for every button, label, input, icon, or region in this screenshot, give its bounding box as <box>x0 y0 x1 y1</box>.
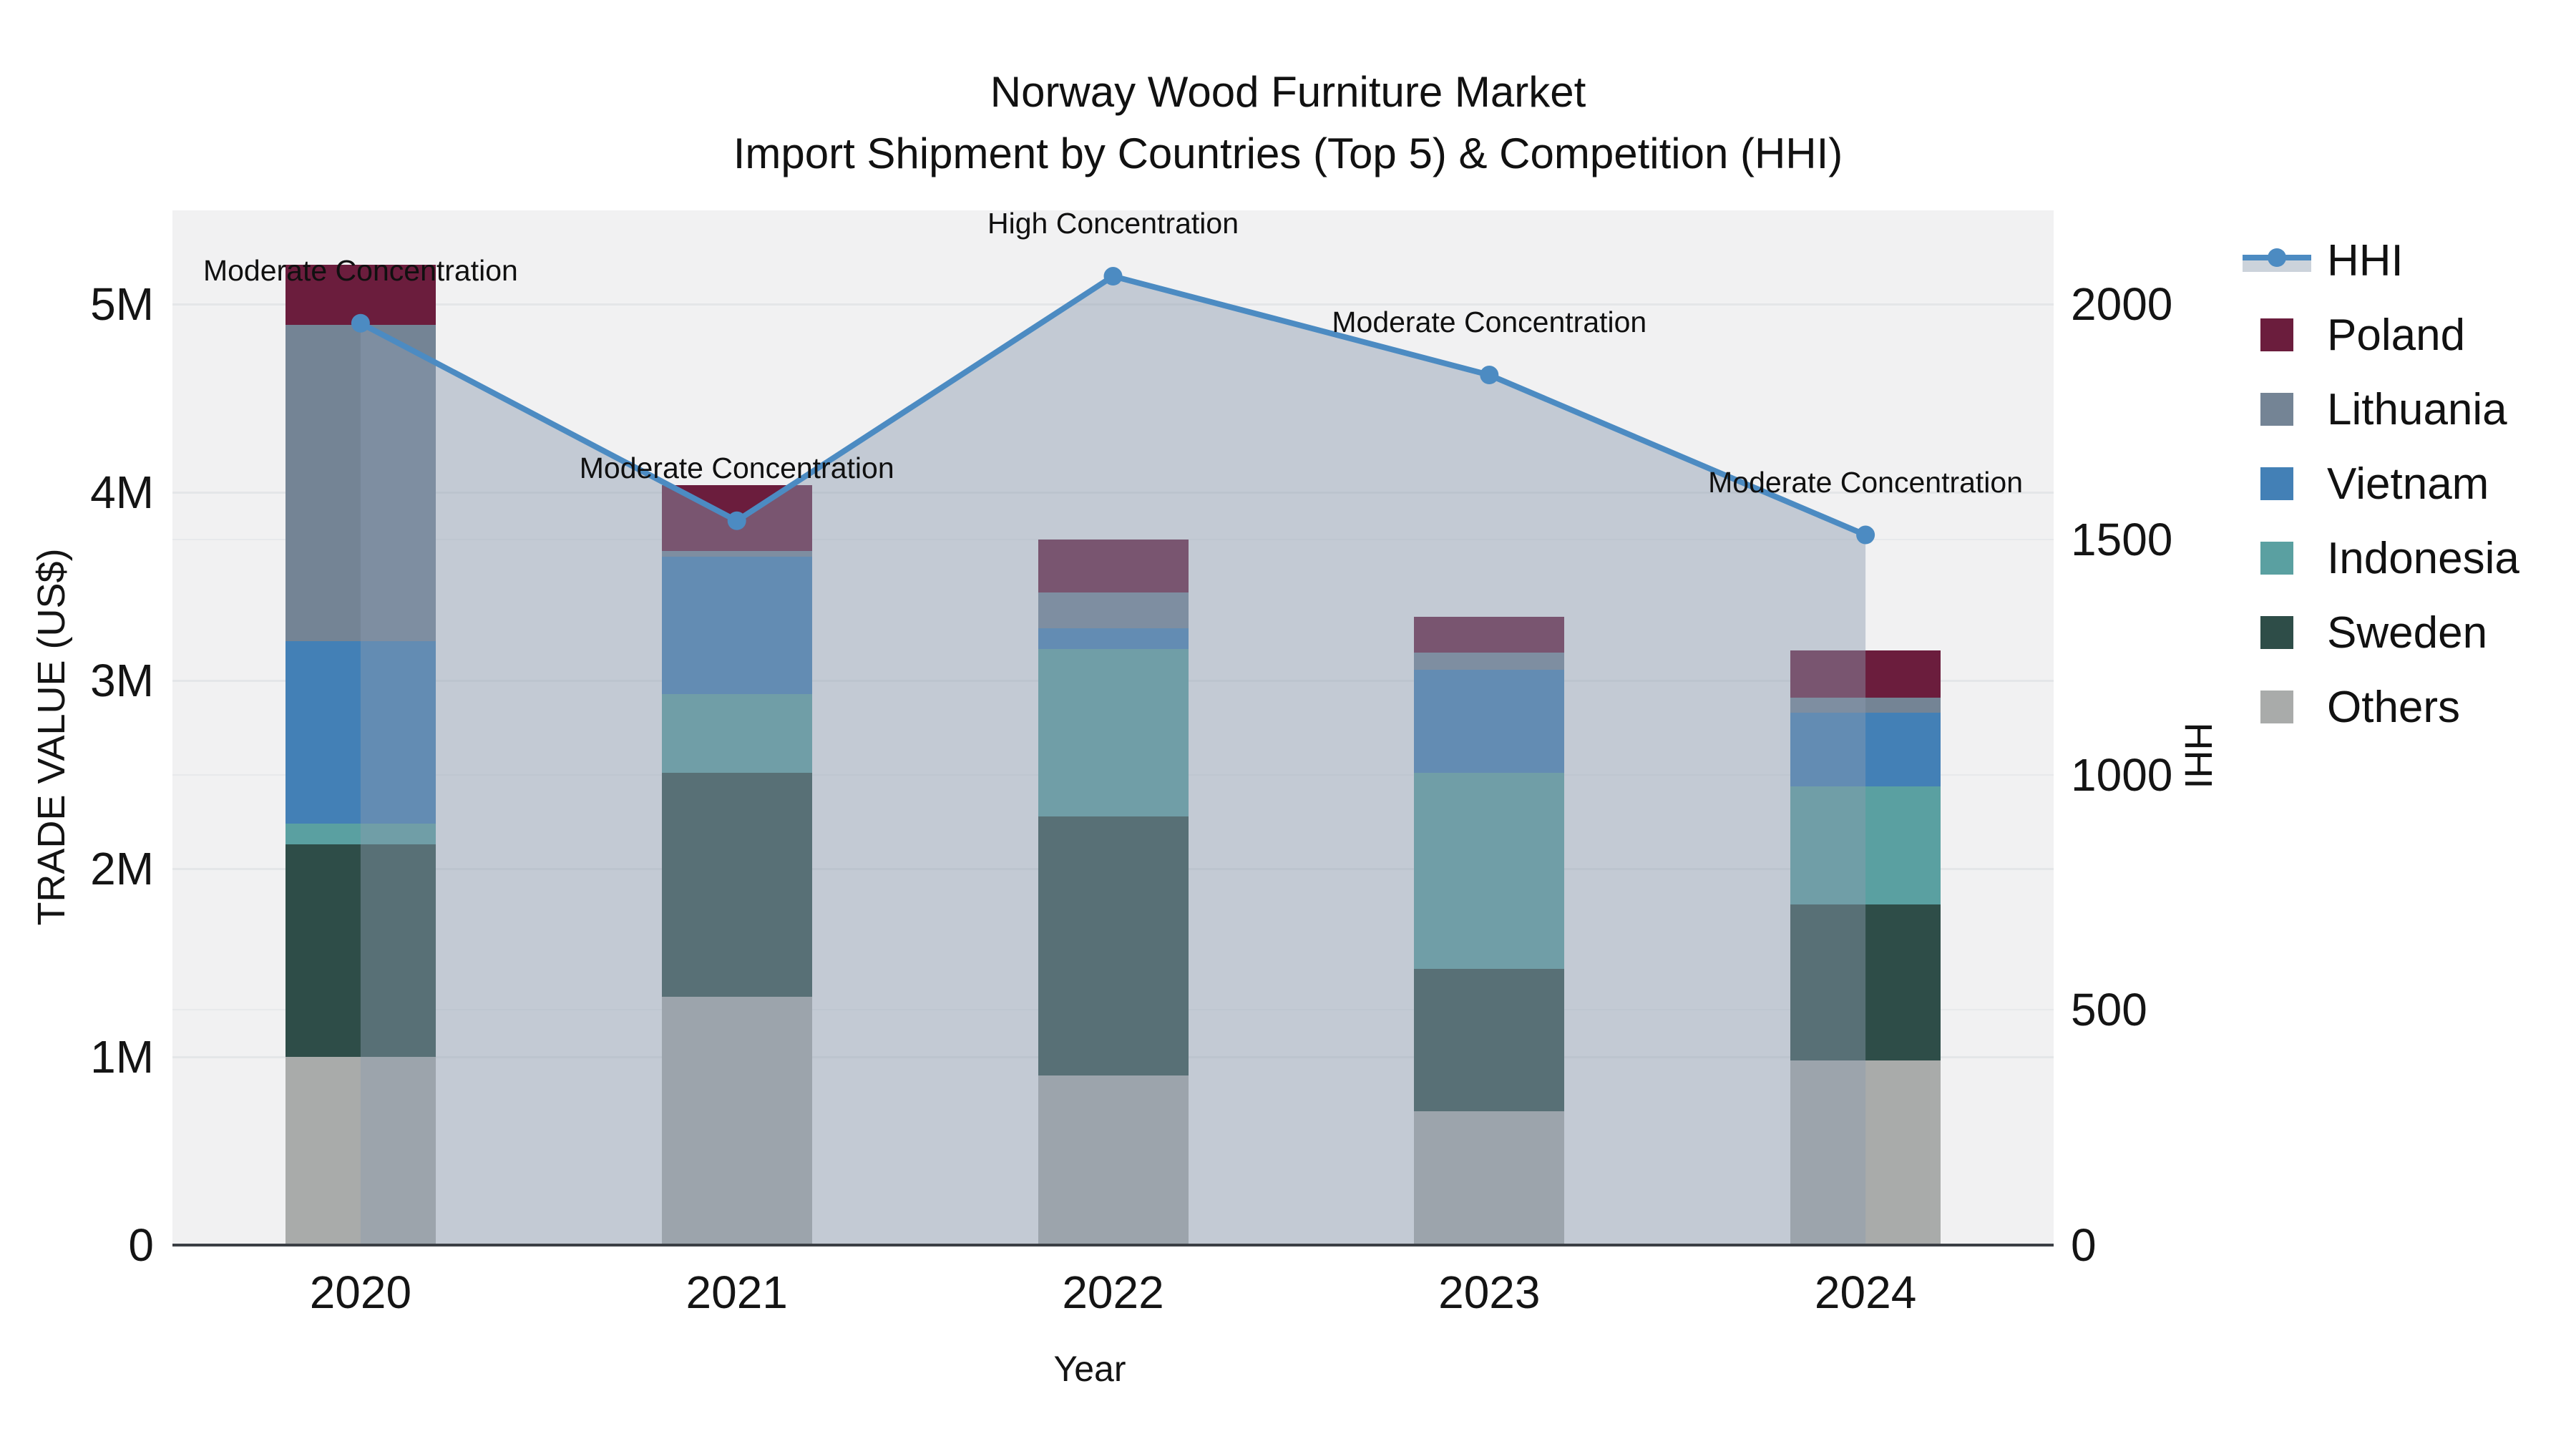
legend-color-swatch-others <box>2260 691 2293 723</box>
bar-segment-poland-2024 <box>1790 650 1941 698</box>
legend-color-swatch-sweden <box>2260 616 2293 649</box>
legend-color-swatch-vietnam <box>2260 467 2293 500</box>
y-axis-right-title: HHI <box>2177 722 2220 789</box>
legend-color-swatch-indonesia <box>2260 542 2293 575</box>
legend-label: Sweden <box>2327 608 2488 658</box>
x-tick-2020: 2020 <box>309 1267 412 1318</box>
bar-segment-sweden-2022 <box>1038 816 1189 1076</box>
bar-segment-lithuania-2020 <box>285 325 436 642</box>
bar-segment-lithuania-2023 <box>1414 652 1565 670</box>
bar-segment-indonesia-2020 <box>285 824 436 845</box>
legend-item-indonesia[interactable]: Indonesia <box>2243 521 2519 595</box>
hhi-line-swatch-icon <box>2243 245 2311 276</box>
legend-color-swatch-lithuania <box>2260 393 2293 426</box>
y-right-tick-500: 500 <box>2071 984 2147 1036</box>
bar-segment-poland-2021 <box>661 484 812 551</box>
legend-item-poland[interactable]: Poland <box>2243 298 2519 372</box>
legend-item-sweden[interactable]: Sweden <box>2243 595 2519 670</box>
bar-2020 <box>285 210 436 1245</box>
x-tick-2021: 2021 <box>686 1267 788 1318</box>
chart-figure: Norway Wood Furniture Market Import Ship… <box>0 0 2576 1449</box>
legend-item-vietnam[interactable]: Vietnam <box>2243 447 2519 521</box>
y-right-tick-0: 0 <box>2071 1219 2097 1271</box>
legend-label: Indonesia <box>2327 533 2519 583</box>
legend-swatch-slot <box>2243 542 2311 575</box>
bar-segment-vietnam-2021 <box>661 556 812 694</box>
legend-label: Vietnam <box>2327 459 2489 509</box>
x-tick-2024: 2024 <box>1814 1267 1917 1318</box>
x-axis-title: Year <box>1053 1349 1126 1389</box>
x-tick-2023: 2023 <box>1438 1267 1541 1318</box>
y-left-tick-5M: 5M <box>90 278 154 331</box>
bar-segment-poland-2022 <box>1038 540 1189 592</box>
annotation-2024: Moderate Concentration <box>1708 465 2024 499</box>
x-tick-2022: 2022 <box>1062 1267 1164 1318</box>
bar-segment-sweden-2020 <box>285 844 436 1058</box>
bar-segment-others-2024 <box>1790 1060 1941 1245</box>
chart-title: Norway Wood Furniture Market Import Ship… <box>0 62 2576 185</box>
bar-segment-sweden-2023 <box>1414 968 1565 1112</box>
hhi-marker-swatch <box>2268 248 2286 267</box>
legend: HHI Poland Lithuania Vietnam Indonesia Sweden… <box>2243 223 2519 744</box>
legend-item-lithuania[interactable]: Lithuania <box>2243 372 2519 447</box>
bar-segment-sweden-2021 <box>661 773 812 997</box>
chart-title-line2: Import Shipment by Countries (Top 5) & C… <box>733 130 1843 177</box>
bar-2024 <box>1790 210 1941 1245</box>
annotation-2021: Moderate Concentration <box>579 451 894 484</box>
bar-segment-others-2021 <box>661 996 812 1245</box>
bar-segment-lithuania-2022 <box>1038 592 1189 628</box>
legend-label: Poland <box>2327 310 2466 360</box>
y-right-tick-1500: 1500 <box>2071 514 2173 566</box>
bar-2021 <box>661 210 812 1245</box>
y-right-tick-2000: 2000 <box>2071 278 2173 331</box>
bar-segment-vietnam-2024 <box>1790 712 1941 786</box>
legend-item-others[interactable]: Others <box>2243 670 2519 744</box>
annotation-2020: Moderate Concentration <box>203 253 518 287</box>
bar-segment-indonesia-2022 <box>1038 648 1189 816</box>
plot-area <box>172 210 2054 1245</box>
bar-segment-sweden-2024 <box>1790 904 1941 1061</box>
bar-segment-vietnam-2023 <box>1414 669 1565 774</box>
bar-segment-poland-2023 <box>1414 616 1565 653</box>
legend-swatch-slot <box>2243 393 2311 426</box>
y-right-tick-1000: 1000 <box>2071 748 2173 801</box>
bar-2022 <box>1038 210 1189 1245</box>
bar-segment-others-2020 <box>285 1057 436 1245</box>
bar-segment-indonesia-2023 <box>1414 773 1565 969</box>
bar-segment-lithuania-2021 <box>661 550 812 557</box>
legend-swatch-slot <box>2243 245 2311 276</box>
bar-segment-lithuania-2024 <box>1790 697 1941 713</box>
x-axis-line <box>172 1244 2054 1246</box>
legend-color-swatch-poland <box>2260 318 2293 351</box>
legend-swatch-slot <box>2243 691 2311 723</box>
legend-item-hhi[interactable]: HHI <box>2243 223 2519 298</box>
legend-label: HHI <box>2327 235 2404 286</box>
legend-swatch-slot <box>2243 616 2311 649</box>
y-left-tick-0: 0 <box>128 1219 154 1271</box>
legend-swatch-slot <box>2243 318 2311 351</box>
y-left-tick-1M: 1M <box>90 1031 154 1083</box>
annotation-2023: Moderate Concentration <box>1332 306 1647 339</box>
bar-segment-vietnam-2022 <box>1038 628 1189 649</box>
annotation-2022: High Concentration <box>987 207 1239 240</box>
bar-segment-indonesia-2021 <box>661 693 812 774</box>
bar-segment-indonesia-2024 <box>1790 786 1941 905</box>
legend-label: Others <box>2327 682 2461 732</box>
y-left-tick-4M: 4M <box>90 467 154 519</box>
bar-segment-others-2023 <box>1414 1111 1565 1245</box>
legend-swatch-slot <box>2243 467 2311 500</box>
bar-segment-vietnam-2020 <box>285 641 436 824</box>
legend-label: Lithuania <box>2327 384 2507 434</box>
chart-title-line1: Norway Wood Furniture Market <box>990 68 1586 116</box>
bar-2023 <box>1414 210 1565 1245</box>
y-axis-left-title: TRADE VALUE (US$) <box>30 548 73 926</box>
bar-segment-others-2022 <box>1038 1075 1189 1245</box>
